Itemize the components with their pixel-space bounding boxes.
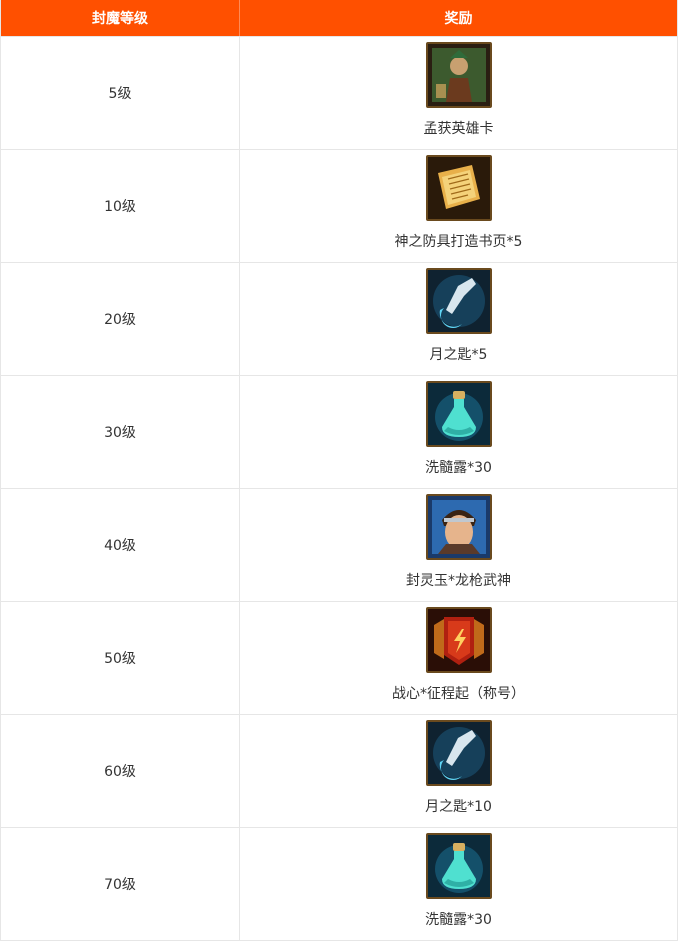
table-row: 30级 洗髓露*30 [1,375,677,488]
potion-bottle-icon [425,381,492,447]
level-cell: 5级 [1,37,240,149]
reward-cell: 洗髓露*30 [240,376,677,488]
level-cell: 20级 [1,263,240,375]
reward-name: 洗髓露*30 [425,912,492,928]
reward-cell: 封灵玉*龙枪武神 [240,489,677,601]
reward-name: 月之匙*5 [429,347,488,363]
reward-name: 洗髓露*30 [425,460,492,476]
reward-column-header: 奖励 [444,11,473,27]
level-cell: 10级 [1,150,240,262]
reward-table: 封魔等级 奖励 5级 孟获英雄卡 10级 神之防具打造书页*5 20级 月之匙*… [0,0,678,941]
table-row: 70级 洗髓露*30 [1,827,677,941]
table-row: 40级 封灵玉*龙枪武神 [1,488,677,601]
level-cell: 50级 [1,602,240,714]
reward-name: 神之防具打造书页*5 [394,234,523,250]
table-row: 5级 孟获英雄卡 [1,36,677,149]
title-banner-icon [425,607,492,673]
reward-name: 封灵玉*龙枪武神 [406,573,511,589]
hero-card-icon [425,42,492,108]
table-header: 封魔等级 奖励 [1,0,677,36]
potion-bottle-icon [425,833,492,899]
reward-cell: 孟获英雄卡 [240,37,677,149]
table-row: 60级 月之匙*10 [1,714,677,827]
moon-key-icon [425,268,492,334]
level-cell: 30级 [1,376,240,488]
reward-name: 战心*征程起（称号） [392,686,525,702]
portrait-jade-icon [425,494,492,560]
table-row: 20级 月之匙*5 [1,262,677,375]
scroll-page-icon [425,155,492,221]
reward-cell: 神之防具打造书页*5 [240,150,677,262]
reward-cell: 战心*征程起（称号） [240,602,677,714]
level-cell: 70级 [1,828,240,940]
reward-cell: 洗髓露*30 [240,828,677,940]
reward-name: 月之匙*10 [425,799,492,815]
table-row: 50级 战心*征程起（称号） [1,601,677,714]
level-cell: 40级 [1,489,240,601]
table-row: 10级 神之防具打造书页*5 [1,149,677,262]
moon-key-icon [425,720,492,786]
level-cell: 60级 [1,715,240,827]
reward-name: 孟获英雄卡 [423,121,494,137]
reward-cell: 月之匙*5 [240,263,677,375]
reward-cell: 月之匙*10 [240,715,677,827]
level-column-header: 封魔等级 [1,0,240,36]
